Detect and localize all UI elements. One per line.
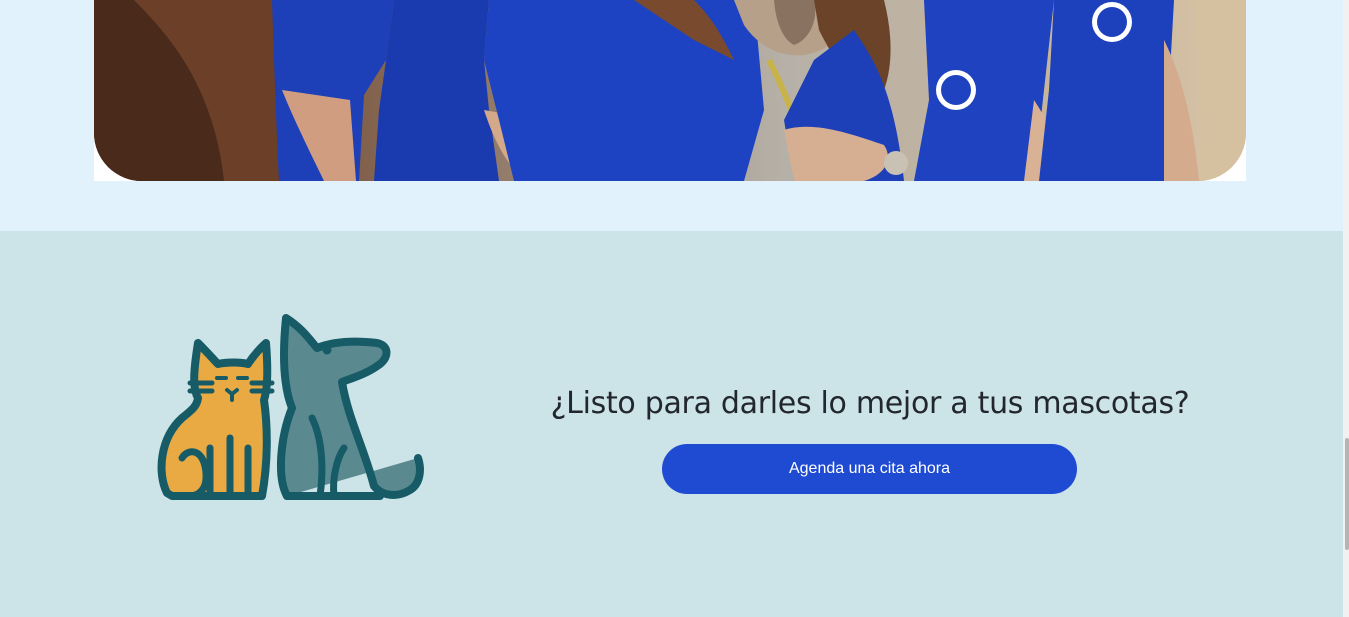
top-band xyxy=(0,0,1343,231)
cta-title: ¿Listo para darles lo mejor a tus mascot… xyxy=(550,386,1190,421)
book-appointment-button[interactable]: Agenda una cita ahora xyxy=(662,444,1077,494)
page-scrollbar-thumb[interactable] xyxy=(1345,438,1349,550)
hero-photo-frame xyxy=(94,0,1246,181)
cat-icon xyxy=(157,339,275,500)
dog-icon xyxy=(276,314,424,500)
hero-photo xyxy=(94,0,1246,181)
hero-photo-drawing xyxy=(94,0,1246,181)
cat-and-dog-icon xyxy=(152,308,434,508)
